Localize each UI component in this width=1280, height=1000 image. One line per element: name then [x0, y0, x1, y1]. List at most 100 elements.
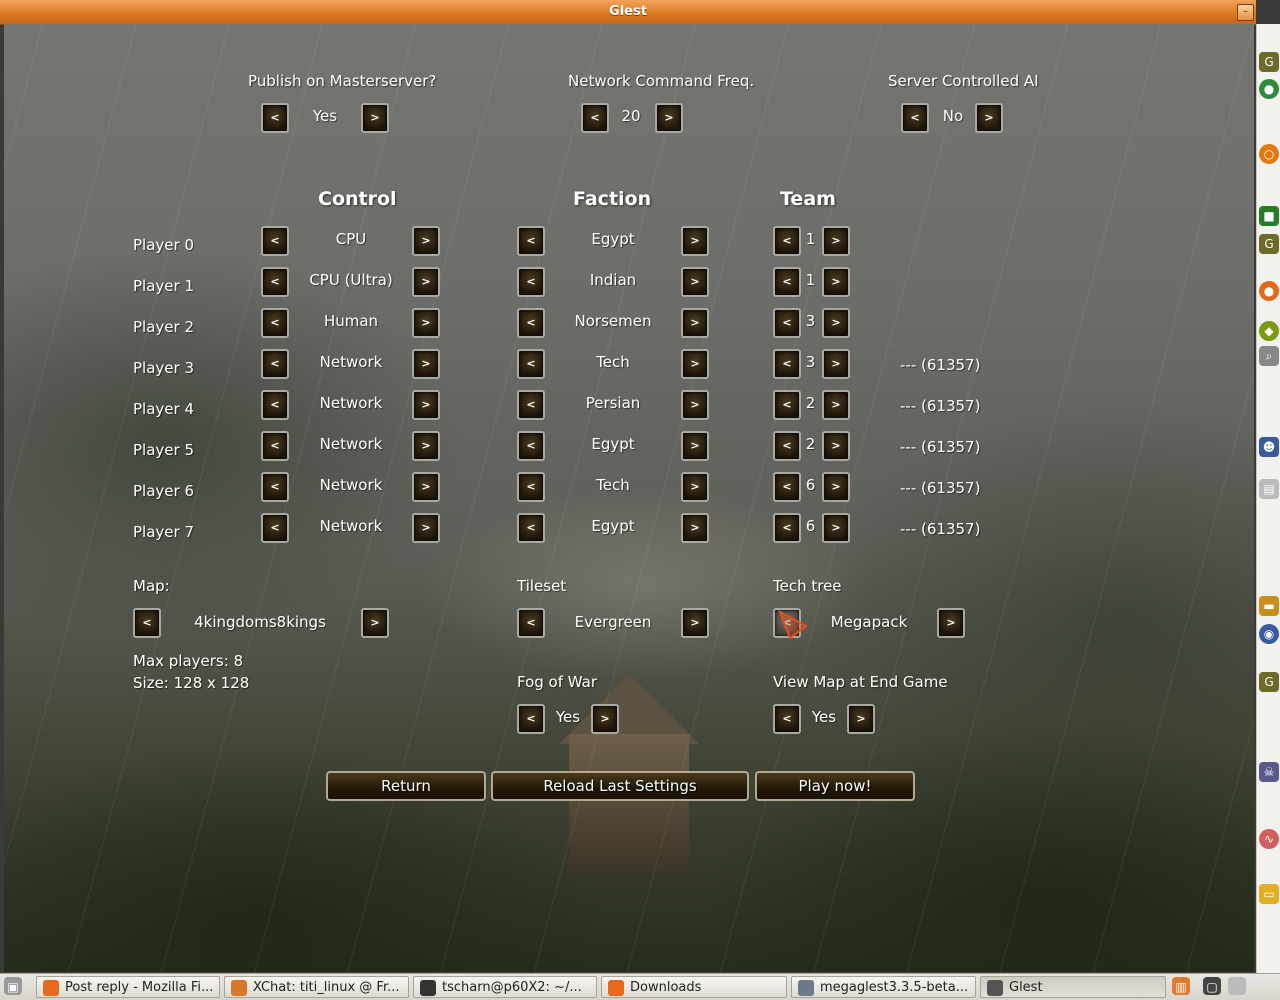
control-next-button[interactable]: >: [412, 349, 440, 379]
viewmap-label: View Map at End Game: [773, 673, 948, 691]
faction-next-button[interactable]: >: [681, 349, 709, 379]
team-next-button[interactable]: >: [822, 267, 850, 297]
viewmap-next-button[interactable]: >: [847, 704, 875, 734]
map-next-button[interactable]: >: [361, 608, 389, 638]
play-now-button[interactable]: Play now!: [755, 771, 915, 801]
control-prev-button[interactable]: <: [261, 267, 289, 297]
game-icon[interactable]: ●: [1259, 281, 1279, 301]
faction-next-button[interactable]: >: [681, 226, 709, 256]
taskbar-item[interactable]: Downloads: [601, 976, 787, 998]
window-titlebar[interactable]: Glest –: [0, 0, 1256, 25]
tileset-next-button[interactable]: >: [681, 608, 709, 638]
faction-next-button[interactable]: >: [681, 308, 709, 338]
leaf-icon[interactable]: ◆: [1259, 321, 1279, 341]
ai-prev-button[interactable]: <: [901, 103, 929, 133]
tv-icon[interactable]: ○: [1259, 144, 1279, 164]
show-desktop-icon[interactable]: ▣: [4, 977, 22, 995]
taskbar-item[interactable]: tscharn@p60X2: ~/...: [413, 976, 597, 998]
viewmap-prev-button[interactable]: <: [773, 704, 801, 734]
drive-icon[interactable]: ▭: [1259, 884, 1279, 904]
faction-prev-button[interactable]: <: [517, 513, 545, 543]
fog-label: Fog of War: [517, 673, 598, 691]
trash-icon[interactable]: ▥: [1172, 977, 1190, 995]
faction-next-button[interactable]: >: [681, 390, 709, 420]
penguin-icon[interactable]: ☻: [1259, 437, 1279, 457]
glest-icon[interactable]: G: [1259, 52, 1279, 72]
team-value: 3: [805, 312, 816, 330]
cube-icon[interactable]: ■: [1259, 206, 1279, 226]
minimize-button[interactable]: –: [1237, 4, 1254, 21]
faction-next-button[interactable]: >: [681, 472, 709, 502]
tileset-prev-button[interactable]: <: [517, 608, 545, 638]
taskbar-item[interactable]: XChat: titi_linux @ Fr...: [224, 976, 409, 998]
faction-next-button[interactable]: >: [681, 513, 709, 543]
taskbar-item[interactable]: Post reply - Mozilla Fi...: [36, 976, 220, 998]
freq-next-button[interactable]: >: [655, 103, 683, 133]
faction-next-button[interactable]: >: [681, 267, 709, 297]
ai-next-button[interactable]: >: [975, 103, 1003, 133]
freq-value: 20: [621, 107, 641, 125]
publish-next-button[interactable]: >: [361, 103, 389, 133]
team-next-button[interactable]: >: [822, 431, 850, 461]
return-button[interactable]: Return: [326, 771, 486, 801]
map-prev-button[interactable]: <: [133, 608, 161, 638]
fog-value: Yes: [555, 708, 581, 726]
faction-next-button[interactable]: >: [681, 431, 709, 461]
control-next-button[interactable]: >: [412, 431, 440, 461]
team-next-button[interactable]: >: [822, 472, 850, 502]
team-prev-button[interactable]: <: [773, 349, 801, 379]
control-prev-button[interactable]: <: [261, 308, 289, 338]
team-prev-button[interactable]: <: [773, 308, 801, 338]
team-next-button[interactable]: >: [822, 349, 850, 379]
team-prev-button[interactable]: <: [773, 431, 801, 461]
control-prev-button[interactable]: <: [261, 390, 289, 420]
faction-prev-button[interactable]: <: [517, 267, 545, 297]
publish-prev-button[interactable]: <: [261, 103, 289, 133]
glest-icon[interactable]: G: [1259, 672, 1279, 692]
skull-icon[interactable]: ☠: [1259, 762, 1279, 782]
control-prev-button[interactable]: <: [261, 431, 289, 461]
team-prev-button[interactable]: <: [773, 390, 801, 420]
soccer-icon[interactable]: ●: [1259, 79, 1279, 99]
magnifier-icon[interactable]: ⌕: [1259, 346, 1279, 366]
control-next-button[interactable]: >: [412, 267, 440, 297]
team-next-button[interactable]: >: [822, 226, 850, 256]
team-prev-button[interactable]: <: [773, 472, 801, 502]
control-next-button[interactable]: >: [412, 472, 440, 502]
control-next-button[interactable]: >: [412, 390, 440, 420]
team-next-button[interactable]: >: [822, 390, 850, 420]
control-next-button[interactable]: >: [412, 513, 440, 543]
player-label: Player 6: [133, 482, 194, 500]
team-next-button[interactable]: >: [822, 513, 850, 543]
taskbar-item[interactable]: megaglest3.3.5-beta...: [791, 976, 976, 998]
glest-icon[interactable]: G: [1259, 234, 1279, 254]
faction-prev-button[interactable]: <: [517, 431, 545, 461]
globe-icon[interactable]: ◉: [1259, 624, 1279, 644]
control-prev-button[interactable]: <: [261, 349, 289, 379]
faction-prev-button[interactable]: <: [517, 349, 545, 379]
workspace-icon[interactable]: ▢: [1203, 977, 1221, 995]
team-prev-button[interactable]: <: [773, 226, 801, 256]
reload-last-settings-button[interactable]: Reload Last Settings: [491, 771, 749, 801]
worm-icon[interactable]: ∿: [1259, 829, 1279, 849]
faction-prev-button[interactable]: <: [517, 308, 545, 338]
document-icon[interactable]: ▤: [1259, 479, 1279, 499]
control-next-button[interactable]: >: [412, 308, 440, 338]
workspace-icon[interactable]: [1228, 977, 1246, 995]
control-prev-button[interactable]: <: [261, 513, 289, 543]
taskbar-item[interactable]: Glest: [980, 976, 1166, 998]
faction-prev-button[interactable]: <: [517, 226, 545, 256]
faction-prev-button[interactable]: <: [517, 390, 545, 420]
faction-prev-button[interactable]: <: [517, 472, 545, 502]
control-next-button[interactable]: >: [412, 226, 440, 256]
team-prev-button[interactable]: <: [773, 267, 801, 297]
fog-next-button[interactable]: >: [591, 704, 619, 734]
team-prev-button[interactable]: <: [773, 513, 801, 543]
fog-prev-button[interactable]: <: [517, 704, 545, 734]
techtree-next-button[interactable]: >: [937, 608, 965, 638]
control-prev-button[interactable]: <: [261, 472, 289, 502]
control-prev-button[interactable]: <: [261, 226, 289, 256]
team-next-button[interactable]: >: [822, 308, 850, 338]
freq-prev-button[interactable]: <: [581, 103, 609, 133]
car-icon[interactable]: ▬: [1259, 596, 1279, 616]
